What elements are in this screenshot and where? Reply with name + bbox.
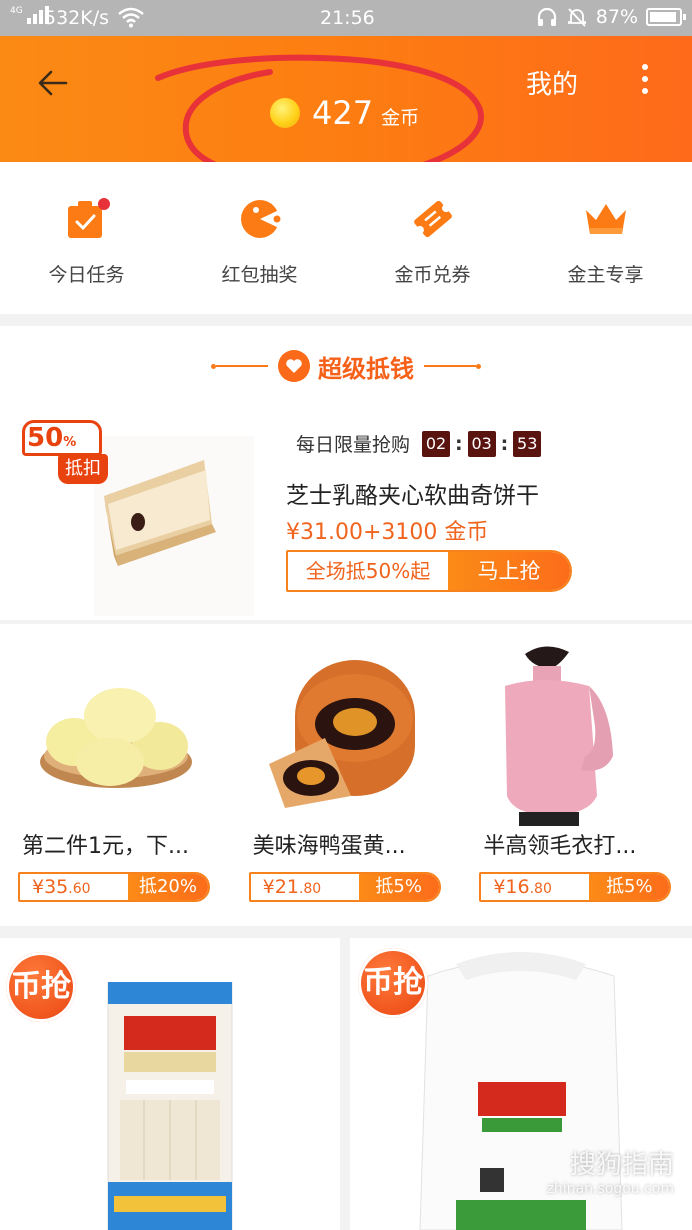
coin-count: 427 bbox=[312, 94, 374, 132]
status-bar: 4G 532K/s 21:56 87% bbox=[0, 0, 692, 36]
price-tag: ¥16.80 抵5% bbox=[479, 872, 672, 902]
product-image-noodles bbox=[107, 982, 233, 1230]
network-speed: 532K/s bbox=[44, 7, 110, 29]
watermark: 搜狗指南 zhinan.sogou.com bbox=[547, 1144, 674, 1197]
product-discount: 抵5% bbox=[358, 874, 439, 900]
discount-label: 全场抵50%起 bbox=[288, 552, 448, 590]
coin-unit: 金币 bbox=[381, 107, 420, 129]
network-type: 4G bbox=[10, 6, 23, 16]
product-image-sweater bbox=[485, 646, 666, 826]
product-card[interactable]: 第二件1元，下... ¥35.60 抵20% bbox=[0, 624, 231, 926]
mine-link[interactable]: 我的 bbox=[526, 64, 578, 101]
price-tag: ¥21.80 抵5% bbox=[248, 872, 441, 902]
product-title[interactable]: 芝士乳酪夹心软曲奇饼干 bbox=[286, 476, 539, 510]
product-image-mooncake bbox=[268, 660, 415, 808]
product-name: 第二件1元，下... bbox=[22, 834, 189, 859]
quick-item-label: 今日任务 bbox=[48, 264, 125, 286]
quick-item-label: 金币兑券 bbox=[394, 264, 471, 286]
countdown-minutes: 03 bbox=[467, 430, 496, 457]
badge-percent-sign: % bbox=[63, 435, 77, 450]
watermark-url: zhinan.sogou.com bbox=[546, 1181, 674, 1197]
crown-icon bbox=[585, 204, 626, 234]
countdown-seconds: 53 bbox=[513, 430, 542, 457]
quick-item-daily-task[interactable]: 今日任务 bbox=[0, 162, 173, 314]
product-name: 美味海鸭蛋黄... bbox=[252, 834, 406, 859]
product-card-flour[interactable]: 币抢 搜狗指南 zhinan.sogou.com bbox=[350, 938, 692, 1230]
product-image-cookie[interactable] bbox=[94, 436, 254, 616]
product-card[interactable]: 半高领毛衣打... ¥16.80 抵5% bbox=[461, 624, 692, 926]
buy-now-button[interactable]: 马上抢 bbox=[448, 552, 570, 590]
quick-item-label: 红包抽奖 bbox=[221, 264, 298, 286]
quick-item-coupon[interactable]: 金币兑券 bbox=[346, 162, 519, 314]
bottom-product-grid: 币抢 币抢 搜狗指南 zhinan.sogou.com bbox=[0, 938, 692, 1230]
coin-balance[interactable]: 427 金币 bbox=[270, 94, 419, 132]
header: 427 金币 我的 bbox=[0, 36, 692, 162]
quick-item-label: 金主专享 bbox=[567, 264, 644, 286]
countdown-hours: 02 bbox=[422, 430, 451, 457]
coin-grab-stamp: 币抢 bbox=[358, 948, 428, 1018]
coupon-ticket-icon bbox=[413, 200, 452, 238]
quick-item-vip[interactable]: 金主专享 bbox=[519, 162, 692, 314]
coin-grab-stamp: 币抢 bbox=[6, 952, 76, 1022]
wifi-icon bbox=[118, 7, 144, 28]
product-discount: 抵20% bbox=[128, 874, 208, 900]
product-price: ¥16.80 bbox=[493, 876, 552, 898]
product-image-buns bbox=[40, 688, 192, 788]
clock: 21:56 bbox=[320, 7, 375, 29]
app-root: 4G 532K/s 21:56 87% 427 金币 我的 今日任务 红包抽奖 … bbox=[0, 0, 692, 1230]
product-card-noodles[interactable]: 币抢 bbox=[0, 938, 340, 1230]
section-title-bar: 超级抵钱 bbox=[0, 346, 692, 386]
quick-menu: 今日任务 红包抽奖 金币兑券 金主专享 bbox=[0, 162, 692, 314]
battery-percent: 87% bbox=[595, 6, 638, 28]
more-menu-icon[interactable] bbox=[640, 64, 650, 100]
gold-coin-icon bbox=[270, 98, 300, 128]
section-title: 超级抵钱 bbox=[318, 354, 414, 383]
badge-percent: 50 bbox=[27, 423, 64, 453]
product-row: 第二件1元，下... ¥35.60 抵20% 美味海鸭蛋黄... ¥21.80 … bbox=[0, 624, 692, 926]
product-card[interactable]: 美味海鸭蛋黄... ¥21.80 抵5% bbox=[231, 624, 462, 926]
product-price: ¥35.60 bbox=[32, 876, 91, 898]
product-price: ¥21.80 bbox=[262, 876, 322, 898]
back-arrow-icon[interactable] bbox=[36, 66, 70, 100]
signal-icon: 4G bbox=[10, 6, 49, 24]
badge-label: 抵扣 bbox=[58, 454, 108, 484]
lottery-icon bbox=[240, 200, 280, 238]
heart-icon bbox=[278, 350, 310, 382]
headphones-icon bbox=[537, 7, 556, 26]
grab-button-group[interactable]: 全场抵50%起 马上抢 bbox=[286, 550, 572, 592]
battery-icon bbox=[646, 8, 686, 26]
mute-bell-icon bbox=[567, 8, 586, 27]
status-right: 87% bbox=[536, 6, 686, 28]
quick-item-lottery[interactable]: 红包抽奖 bbox=[173, 162, 346, 314]
price-tag: ¥35.60 抵20% bbox=[18, 872, 210, 902]
product-discount: 抵5% bbox=[589, 874, 670, 900]
product-price: ¥31.00+3100 金币 bbox=[286, 520, 489, 545]
task-bag-icon bbox=[67, 198, 110, 238]
product-name: 半高领毛衣打... bbox=[483, 834, 637, 859]
daily-label: 每日限量抢购 bbox=[296, 434, 411, 456]
watermark-text: 搜狗指南 bbox=[569, 1150, 674, 1180]
daily-limited: 每日限量抢购 02 : 03 : 53 bbox=[296, 430, 542, 457]
discount-badge: 50% 抵扣 bbox=[22, 420, 108, 488]
